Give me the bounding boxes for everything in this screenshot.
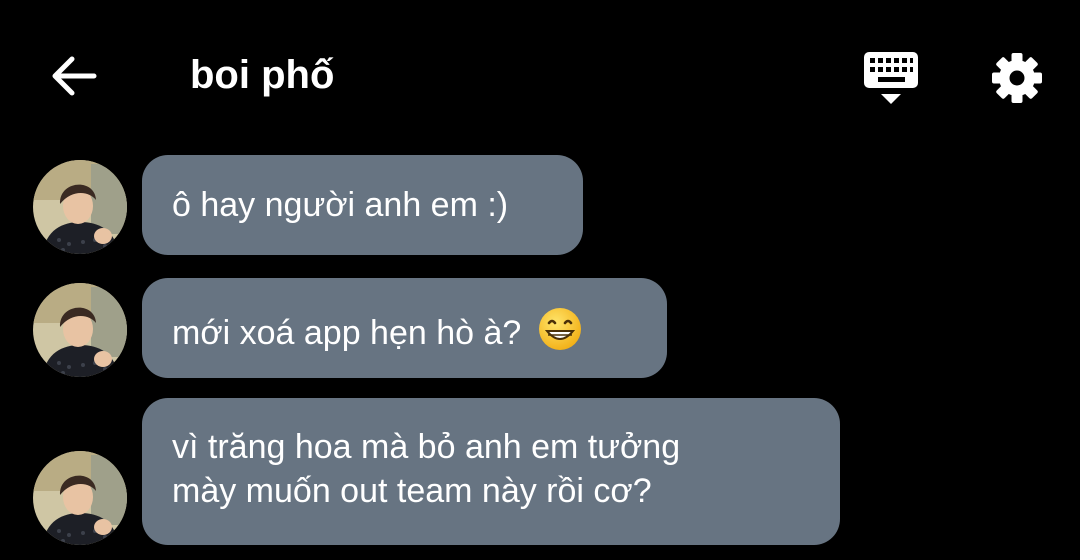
settings-button[interactable] xyxy=(986,48,1048,108)
chat-header: boi phố xyxy=(0,0,1080,150)
message-text-line: vì trăng hoa mà bỏ anh em tưởng xyxy=(172,428,681,466)
message-text: ô hay người anh em :) xyxy=(172,186,509,224)
message-bubble[interactable]: mới xoá app hẹn hò à? xyxy=(142,278,667,378)
back-button[interactable] xyxy=(44,48,104,104)
message-bubble[interactable]: ô hay người anh em :) xyxy=(142,155,583,255)
message-bubble[interactable]: vì trăng hoa mà bỏ anh em tưởng mày muốn… xyxy=(142,398,840,545)
message-text-line: mày muốn out team này rồi cơ? xyxy=(172,472,652,510)
chat-title: boi phố xyxy=(190,53,335,97)
avatar[interactable] xyxy=(33,451,127,545)
avatar[interactable] xyxy=(33,283,127,377)
message-text: mới xoá app hẹn hò à? xyxy=(172,314,522,352)
avatar[interactable] xyxy=(33,160,127,254)
arrow-left-icon xyxy=(52,56,97,96)
keyboard-icon xyxy=(864,52,918,104)
grinning-face-emoji xyxy=(538,308,581,350)
keyboard-button[interactable] xyxy=(860,50,924,108)
gear-icon xyxy=(992,53,1042,103)
